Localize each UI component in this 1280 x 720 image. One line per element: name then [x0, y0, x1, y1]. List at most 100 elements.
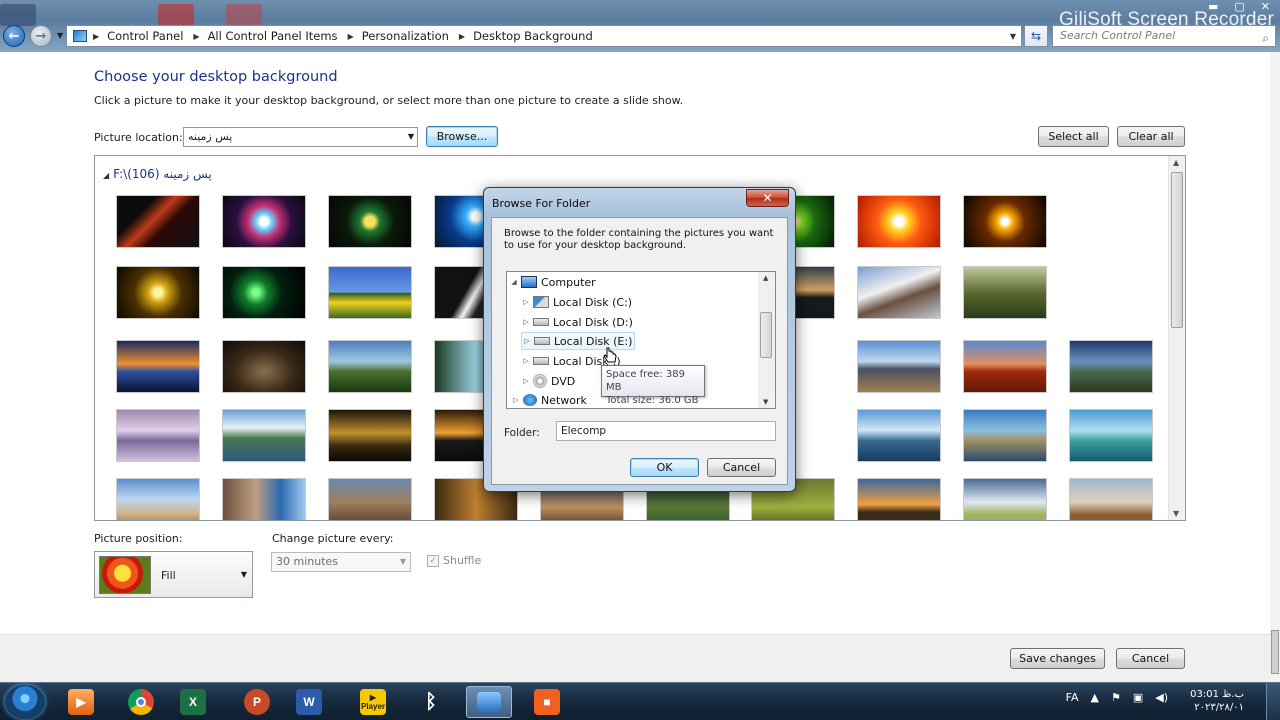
chevron-down-icon[interactable]: ▼ [1010, 32, 1016, 41]
wallpaper-thumbnail[interactable] [963, 409, 1047, 462]
taskbar-player[interactable]: ▶ Player [350, 686, 396, 718]
wallpaper-thumbnail[interactable] [222, 478, 306, 520]
scroll-up-icon[interactable]: ▲ [1173, 158, 1179, 167]
dialog-close-button[interactable]: ✕ [746, 189, 789, 207]
wallpaper-thumbnail[interactable] [222, 340, 306, 393]
picture-location-select[interactable]: پس زمینه ▼ [183, 127, 418, 147]
wallpaper-thumbnail[interactable] [116, 195, 200, 248]
wallpaper-thumbnail[interactable] [328, 266, 412, 319]
breadcrumb-desktop-background[interactable]: Desktop Background [473, 29, 593, 43]
flag-icon[interactable]: ⚑ [1111, 691, 1121, 704]
scroll-up-icon[interactable]: ▲ [763, 274, 768, 282]
taskbar-word[interactable]: W [286, 686, 332, 718]
wallpaper-thumbnail[interactable] [963, 195, 1047, 248]
forward-button[interactable]: → [30, 25, 52, 47]
expand-icon[interactable]: ▷ [521, 377, 531, 385]
tree-item-network[interactable]: ▷ Network [511, 391, 587, 408]
tree-item-disk-c[interactable]: ▷ Local Disk (C:) [521, 293, 632, 311]
wallpaper-thumbnail[interactable] [222, 266, 306, 319]
breadcrumb-personalization[interactable]: Personalization [362, 29, 449, 43]
wallpaper-thumbnail[interactable] [963, 478, 1047, 520]
expand-icon[interactable]: ▷ [521, 298, 531, 306]
expand-icon[interactable]: ▷ [521, 318, 531, 326]
expand-icon[interactable]: ▷ [521, 357, 531, 365]
taskbar-media-player[interactable]: ▶ [58, 686, 104, 718]
folder-input[interactable]: Elecomp [556, 421, 776, 441]
checkbox-checked-icon[interactable]: ✓ [427, 554, 439, 567]
gallery-group-header[interactable]: ◢ F:\پس زمینه (106) [103, 167, 212, 181]
wallpaper-thumbnail[interactable] [328, 340, 412, 393]
back-button[interactable]: ← [3, 25, 25, 47]
taskbar-screen-recorder[interactable]: ■ [524, 686, 570, 718]
maximize-icon[interactable]: ▢ [1234, 0, 1244, 13]
taskbar-powerpoint[interactable]: P [234, 686, 280, 718]
gallery-scrollbar[interactable]: ▲ ▼ [1168, 156, 1185, 520]
language-indicator[interactable]: FA [1066, 691, 1079, 704]
folder-tree[interactable]: ◢ Computer ▷ Local Disk (C:) ▷ Local Dis… [506, 271, 776, 409]
chevron-right-icon[interactable]: ▶ [459, 32, 465, 41]
show-desktop-button[interactable] [1266, 683, 1280, 720]
wallpaper-thumbnail[interactable] [857, 266, 941, 319]
wallpaper-thumbnail[interactable] [1069, 340, 1153, 393]
select-all-button[interactable]: Select all [1038, 126, 1109, 147]
expand-icon[interactable]: ▷ [522, 337, 532, 345]
browse-button[interactable]: Browse... [426, 126, 498, 147]
wallpaper-thumbnail[interactable] [1069, 478, 1153, 520]
wallpaper-thumbnail[interactable] [328, 195, 412, 248]
cancel-button[interactable]: Cancel [1116, 648, 1185, 669]
network-status-icon[interactable]: ▣ [1133, 691, 1143, 704]
refresh-button[interactable]: ⇆ [1024, 25, 1048, 47]
search-input[interactable]: Search Control Panel ⌕ [1052, 25, 1276, 47]
wallpaper-thumbnail[interactable] [857, 340, 941, 393]
chevron-right-icon[interactable]: ▶ [348, 32, 354, 41]
tree-item-computer[interactable]: ◢ Computer [509, 273, 595, 291]
tree-item-disk-e[interactable]: ▷ Local Disk (E:) [521, 332, 636, 350]
window-scrollbar[interactable] [1270, 52, 1280, 682]
breadcrumb-all-items[interactable]: All Control Panel Items [208, 29, 338, 43]
dialog-cancel-button[interactable]: Cancel [707, 458, 776, 477]
wallpaper-thumbnail[interactable] [1069, 409, 1153, 462]
scroll-down-icon[interactable]: ▼ [763, 398, 768, 406]
wallpaper-thumbnail[interactable] [222, 409, 306, 462]
chevron-right-icon[interactable]: ▶ [93, 32, 99, 41]
tree-scrollbar[interactable]: ▲ ▼ [758, 272, 775, 408]
wallpaper-thumbnail[interactable] [328, 409, 412, 462]
expand-icon[interactable]: ▷ [511, 396, 521, 404]
scrollbar-thumb[interactable] [1171, 172, 1183, 328]
wallpaper-thumbnail[interactable] [222, 195, 306, 248]
start-button[interactable] [5, 685, 45, 719]
collapse-icon[interactable]: ◢ [509, 278, 519, 286]
show-hidden-icons-icon[interactable]: ▲ [1090, 691, 1098, 704]
wallpaper-thumbnail[interactable] [963, 266, 1047, 319]
scroll-down-icon[interactable]: ▼ [1173, 509, 1179, 518]
wallpaper-thumbnail[interactable] [857, 478, 941, 520]
wallpaper-thumbnail[interactable] [857, 409, 941, 462]
wallpaper-thumbnail[interactable] [116, 478, 200, 520]
wallpaper-thumbnail[interactable] [116, 340, 200, 393]
taskbar-bluetooth[interactable]: ᛒ [408, 686, 454, 718]
volume-icon[interactable]: ◀) [1155, 691, 1168, 704]
collapse-icon[interactable]: ◢ [103, 171, 109, 180]
change-interval-select[interactable]: 30 minutes ▼ [271, 552, 411, 572]
wallpaper-thumbnail[interactable] [857, 195, 941, 248]
taskbar-chrome[interactable] [118, 686, 164, 718]
recent-pages-icon[interactable]: ▼ [57, 31, 63, 40]
shuffle-checkbox[interactable]: ✓ Shuffle [427, 554, 481, 567]
picture-position-select[interactable]: Fill ▼ [94, 551, 253, 598]
wallpaper-thumbnail[interactable] [963, 340, 1047, 393]
wallpaper-thumbnail[interactable] [328, 478, 412, 520]
scrollbar-thumb[interactable] [1271, 630, 1279, 674]
wallpaper-thumbnail[interactable] [116, 266, 200, 319]
breadcrumb-control-panel[interactable]: Control Panel [107, 29, 183, 43]
close-icon[interactable]: ✕ [1261, 0, 1270, 13]
ok-button[interactable]: OK [630, 458, 699, 477]
scrollbar-thumb[interactable] [760, 312, 772, 358]
clear-all-button[interactable]: Clear all [1117, 126, 1185, 147]
search-icon[interactable]: ⌕ [1262, 28, 1269, 48]
minimize-icon[interactable]: ▬ [1208, 0, 1218, 13]
chevron-right-icon[interactable]: ▶ [193, 32, 199, 41]
tree-item-disk-d[interactable]: ▷ Local Disk (D:) [521, 313, 633, 331]
wallpaper-thumbnail[interactable] [116, 409, 200, 462]
clock[interactable]: 03:01 ب.ظ ۲۰۲۳/۲۸/۰۱ [1190, 688, 1244, 714]
taskbar-excel[interactable]: X [170, 686, 216, 718]
